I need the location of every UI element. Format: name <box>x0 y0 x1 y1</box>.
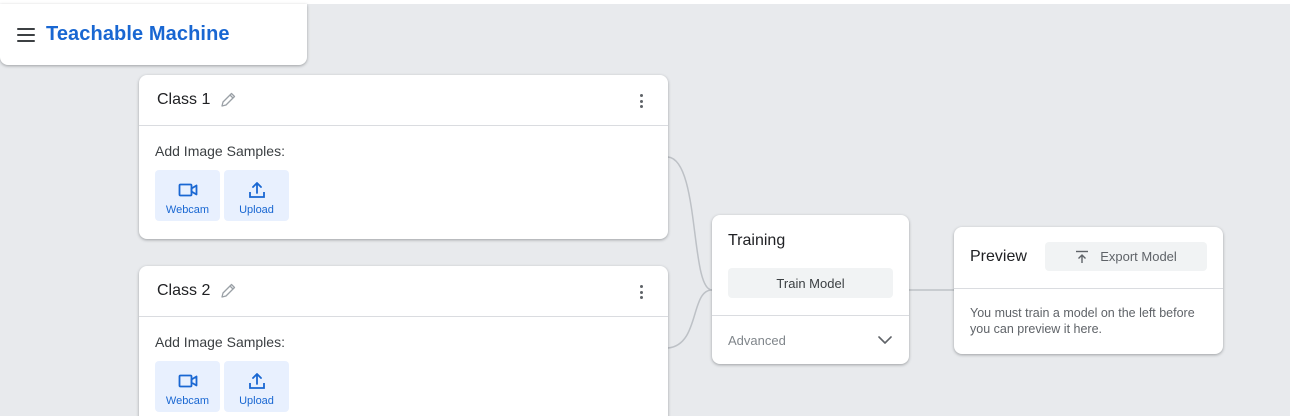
advanced-label: Advanced <box>728 332 786 348</box>
class-card-2: Class 2 Add Image Samples: Webcam Upload <box>139 266 668 416</box>
webcam-icon <box>178 183 197 197</box>
upload-label: Upload <box>239 204 274 216</box>
upload-label: Upload <box>239 395 274 407</box>
hamburger-menu-icon[interactable] <box>17 27 35 42</box>
pencil-icon[interactable] <box>219 282 237 300</box>
preview-title: Preview <box>970 248 1027 265</box>
preview-card: Preview Export Model You must train a mo… <box>954 227 1223 354</box>
webcam-icon <box>178 374 197 388</box>
advanced-toggle[interactable]: Advanced <box>712 316 909 364</box>
add-samples-label: Add Image Samples: <box>155 334 285 350</box>
class-card-1: Class 1 Add Image Samples: Webcam Upload <box>139 75 668 239</box>
more-options-icon[interactable] <box>640 285 644 299</box>
upload-icon <box>248 373 265 389</box>
class-header: Class 2 <box>139 266 668 317</box>
training-card: Training Train Model Advanced <box>712 215 909 364</box>
pencil-icon[interactable] <box>219 91 237 109</box>
chevron-down-icon <box>878 336 892 344</box>
class-name[interactable]: Class 2 <box>157 282 210 300</box>
upload-icon <box>248 182 265 198</box>
preview-message: You must train a model on the left befor… <box>970 306 1195 336</box>
webcam-label: Webcam <box>165 395 210 407</box>
add-samples-label: Add Image Samples: <box>155 143 285 159</box>
train-model-button[interactable]: Train Model <box>728 268 893 298</box>
upload-button[interactable]: Upload <box>224 170 289 221</box>
training-title: Training <box>728 232 786 249</box>
webcam-button[interactable]: Webcam <box>155 170 220 221</box>
export-icon <box>1076 250 1089 263</box>
class-header: Class 1 <box>139 75 668 126</box>
webcam-button[interactable]: Webcam <box>155 361 220 412</box>
export-model-button[interactable]: Export Model <box>1045 242 1207 271</box>
class-name[interactable]: Class 1 <box>157 91 210 109</box>
upload-button[interactable]: Upload <box>224 361 289 412</box>
app-title: Teachable Machine <box>46 23 230 45</box>
divider <box>954 288 1223 289</box>
export-model-label: Export Model <box>1100 249 1177 264</box>
app-header: Teachable Machine <box>0 4 307 65</box>
webcam-label: Webcam <box>165 204 210 216</box>
more-options-icon[interactable] <box>640 94 644 108</box>
